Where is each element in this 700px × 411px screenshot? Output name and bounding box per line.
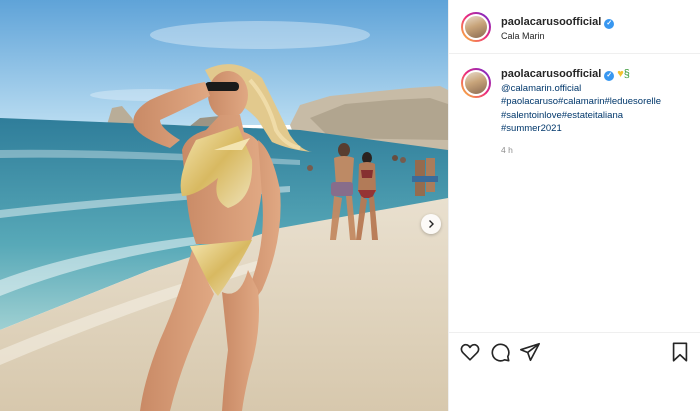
instagram-post: paolacarusoofficial ✓ Cala Marin paolacar… xyxy=(0,0,700,411)
caption-username[interactable]: paolacarusoofficial xyxy=(501,68,601,80)
mention-link[interactable]: @calamarin.official xyxy=(501,82,691,96)
avatar-image xyxy=(463,13,489,40)
hashtag-line-2[interactable]: #salentoinlove#estateitaliana xyxy=(501,109,691,123)
share-icon[interactable] xyxy=(519,341,541,363)
avatar[interactable] xyxy=(461,11,491,42)
caption-avatar-image xyxy=(463,70,489,96)
beach-photo-image xyxy=(0,0,448,411)
next-photo-button[interactable] xyxy=(421,214,441,234)
hashtag-line-3[interactable]: #summer2021 xyxy=(501,122,691,136)
caption: paolacarusoofficial ✓ ♥§ @calamarin.offici… xyxy=(449,54,700,157)
heart-icon[interactable] xyxy=(459,341,481,363)
caption-avatar[interactable] xyxy=(461,68,491,98)
location-link[interactable]: Cala Marin xyxy=(501,31,614,42)
caption-body: paolacarusoofficial ✓ ♥§ @calamarin.offici… xyxy=(501,68,691,157)
chevron-right-icon xyxy=(429,220,434,228)
caption-verified-badge-icon: ✓ xyxy=(604,71,615,81)
header-text: paolacarusoofficial ✓ Cala Marin xyxy=(501,11,615,42)
action-bar xyxy=(449,332,700,370)
post-time: 4 h xyxy=(501,144,513,155)
hashtag-line-1[interactable]: #paolacaruso#calamarin#leduesorelle xyxy=(501,95,691,109)
post-photo[interactable] xyxy=(0,0,448,411)
bookmark-icon[interactable] xyxy=(669,341,691,363)
comment-icon[interactable] xyxy=(489,341,511,363)
header-username[interactable]: paolacarusoofficial xyxy=(501,16,601,28)
verified-badge-icon: ✓ xyxy=(604,18,615,29)
snake-icon: § xyxy=(623,68,630,80)
post-sidebar: paolacarusoofficial ✓ Cala Marin paolacar… xyxy=(448,0,700,411)
post-header: paolacarusoofficial ✓ Cala Marin xyxy=(449,0,700,54)
